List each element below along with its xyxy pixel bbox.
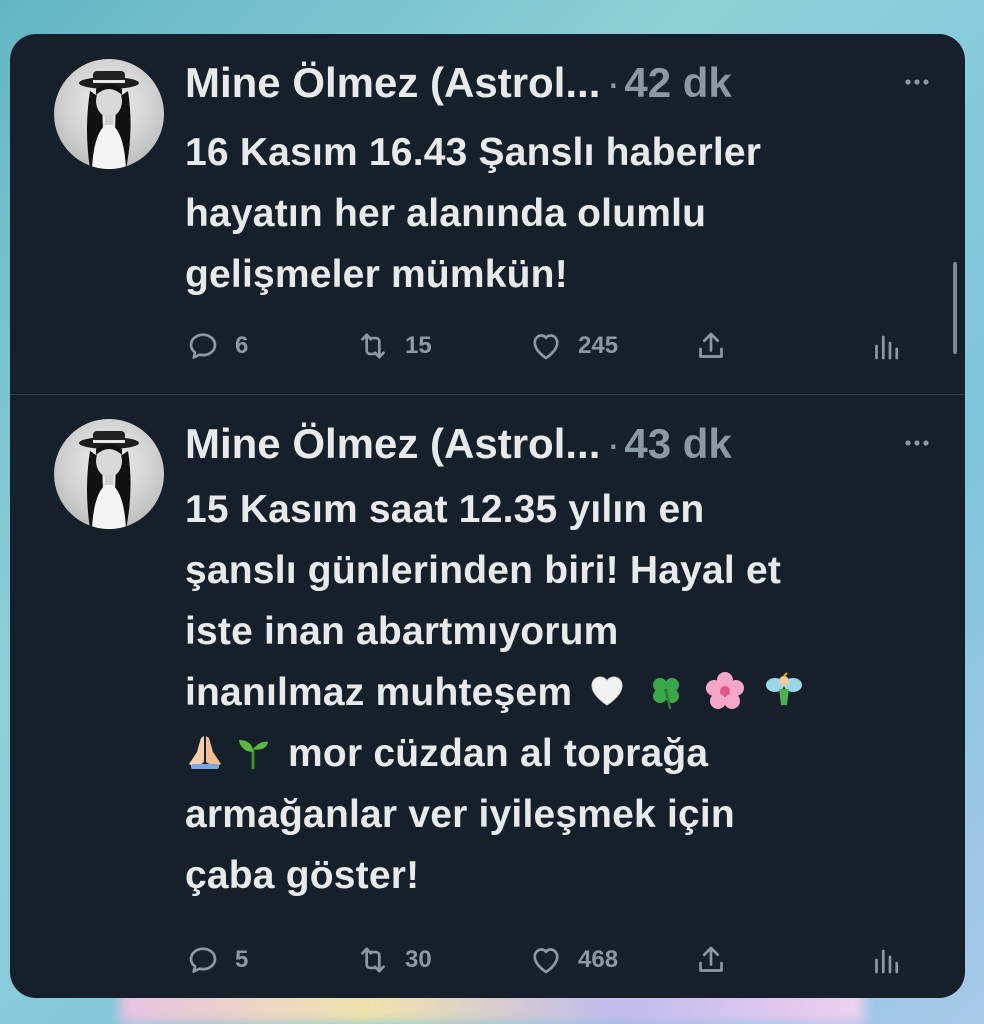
reply-icon	[189, 947, 217, 973]
views-button[interactable]	[869, 326, 905, 366]
tweet-text-line: iste inan abartmıyorum	[185, 610, 619, 653]
share-button[interactable]	[693, 326, 729, 366]
tweet-actions: 5 30 468	[185, 940, 915, 980]
tweet-text-line-with-emoji: inanılmaz muhteşem	[185, 662, 925, 723]
retweet-count: 30	[405, 946, 432, 973]
retweet-icon	[361, 333, 385, 359]
tweet-text: 16 Kasım 16.43 Şanslı haberler hayatın h…	[185, 122, 925, 305]
four-leaf-clover-icon	[653, 678, 680, 710]
more-horizontal-icon[interactable]	[897, 62, 937, 102]
tweet-text-line: çaba göster!	[185, 854, 420, 897]
timestamp[interactable]: 43 dk	[624, 420, 731, 467]
tweet-actions: 6 15 245	[185, 326, 915, 366]
tweet-text-fragment: inanılmaz muhteşem	[185, 671, 573, 714]
avatar[interactable]	[54, 59, 164, 169]
folded-hands-icon	[189, 736, 221, 769]
share-icon	[699, 946, 723, 972]
tweet-header: Mine Ölmez (Astrol... ·43 dk	[185, 419, 941, 471]
reply-button[interactable]: 6	[185, 326, 248, 366]
reply-icon	[189, 333, 217, 359]
tweet-text-line: 15 Kasım saat 12.35 yılın en	[185, 488, 705, 531]
separator-dot: ·	[606, 59, 621, 106]
tweet[interactable]: Mine Ölmez (Astrol... ·42 dk 16 Kasım 16.…	[10, 34, 965, 394]
analytics-icon	[875, 335, 899, 360]
tweet-timeline: Mine Ölmez (Astrol... ·42 dk 16 Kasım 16.…	[10, 34, 965, 998]
share-button[interactable]	[693, 940, 729, 980]
tweet-text-line: 16 Kasım 16.43 Şanslı haberler	[185, 131, 762, 174]
retweet-button[interactable]: 15	[355, 326, 432, 366]
tweet-text-line: armağanlar ver iyileşmek için	[185, 793, 735, 836]
like-count: 245	[578, 332, 619, 359]
tweet-text-line-with-emoji: mor cüzdan al toprağa	[185, 723, 925, 784]
white-heart-icon	[591, 676, 623, 706]
more-horizontal-icon[interactable]	[897, 423, 937, 463]
fairy-icon	[766, 672, 803, 705]
like-button[interactable]: 245	[528, 326, 618, 366]
author-name[interactable]: Mine Ölmez (Astrol...	[185, 420, 600, 467]
cherry-blossom-icon	[706, 672, 745, 709]
separator-dot: ·	[606, 420, 621, 467]
views-button[interactable]	[869, 940, 905, 980]
reply-count: 5	[235, 946, 249, 973]
like-count: 468	[578, 946, 619, 973]
tweet-text: 15 Kasım saat 12.35 yılın en şanslı günl…	[185, 479, 925, 906]
heart-icon	[533, 334, 559, 360]
tweet[interactable]: Mine Ölmez (Astrol... ·43 dk 15 Kasım saa…	[10, 395, 965, 998]
retweet-icon	[361, 947, 385, 973]
tweet-text-fragment: mor cüzdan al toprağa	[288, 732, 709, 775]
avatar[interactable]	[54, 419, 164, 529]
timestamp[interactable]: 42 dk	[624, 59, 731, 106]
retweet-button[interactable]: 30	[355, 940, 432, 980]
tweet-text-line: şanslı günlerinden biri! Hayal et	[185, 549, 782, 592]
retweet-count: 15	[405, 332, 432, 359]
heart-icon	[533, 948, 559, 974]
like-button[interactable]: 468	[528, 940, 618, 980]
reply-count: 6	[235, 332, 249, 359]
tweet-header: Mine Ölmez (Astrol... ·42 dk	[185, 58, 941, 110]
reply-button[interactable]: 5	[185, 940, 248, 980]
analytics-icon	[875, 949, 899, 974]
author-name[interactable]: Mine Ölmez (Astrol...	[185, 59, 600, 106]
tweet-text-line: hayatın her alanında olumlu	[185, 192, 707, 235]
share-icon	[699, 332, 723, 358]
seedling-icon	[239, 740, 268, 770]
tweet-text-line: gelişmeler mümkün!	[185, 253, 568, 296]
